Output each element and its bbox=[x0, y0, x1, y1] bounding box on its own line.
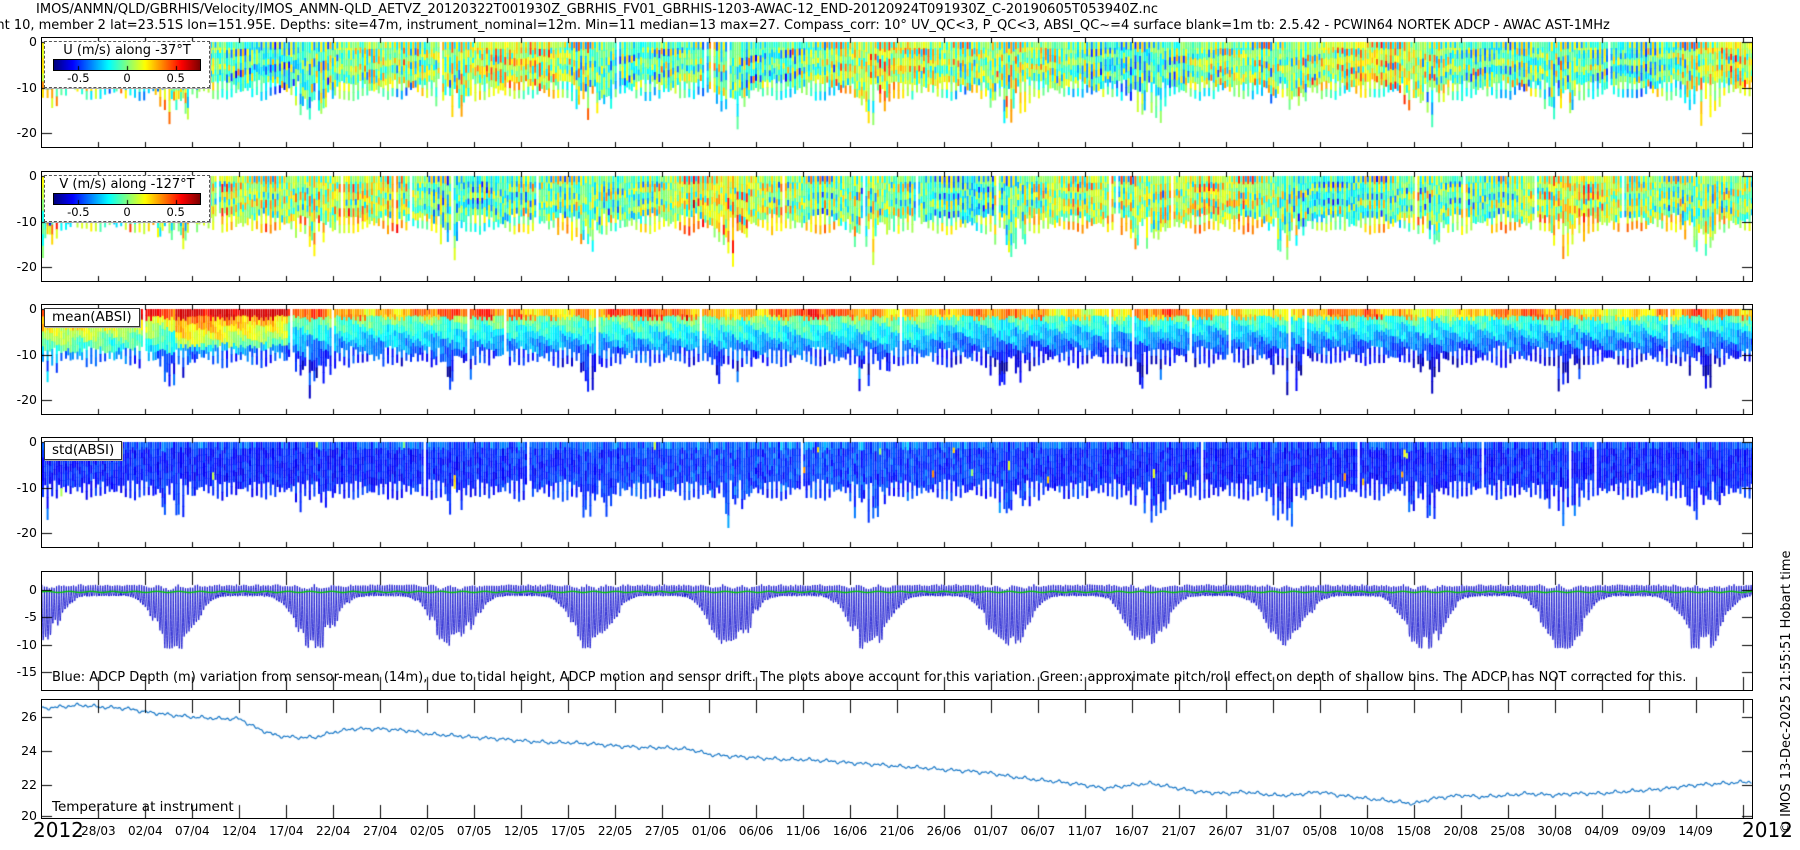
std-absi-heatmap bbox=[42, 438, 1752, 547]
x-date-label: 20/08 bbox=[1438, 824, 1484, 838]
u-colorbar-tick-labels: -0.5 0 0.5 bbox=[54, 71, 200, 85]
x-date-label: 17/05 bbox=[545, 824, 591, 838]
y-tick-label: -10 bbox=[7, 214, 37, 229]
x-date-label: 15/08 bbox=[1391, 824, 1437, 838]
y-tick-label: 0 bbox=[7, 34, 37, 49]
x-date-label: 06/07 bbox=[1015, 824, 1061, 838]
u-colorbar-legend: U (m/s) along -37°T -0.5 0 0.5 bbox=[44, 41, 210, 88]
y-tick-label: -10 bbox=[7, 480, 37, 495]
y-tick-label: 24 bbox=[7, 743, 37, 758]
x-date-label: 22/05 bbox=[592, 824, 638, 838]
x-date-label: 06/06 bbox=[733, 824, 779, 838]
x-date-label: 02/05 bbox=[404, 824, 450, 838]
y-tick-label: -20 bbox=[7, 259, 37, 274]
y-tick-label: -20 bbox=[7, 125, 37, 140]
x-date-label: 27/05 bbox=[639, 824, 685, 838]
x-date-label: 12/05 bbox=[498, 824, 544, 838]
y-tick-label: 0 bbox=[7, 582, 37, 597]
v-velocity-heatmap bbox=[42, 172, 1752, 281]
imos-copyright-watermark: © IMOS 13-Dec-2025 21:55:51 Hobart time bbox=[1779, 550, 1794, 834]
panel-mean-absi: mean(ABSI) bbox=[41, 304, 1753, 415]
panel-v-velocity: V (m/s) along -127°T -0.5 0 0.5 bbox=[41, 171, 1753, 282]
y-tick-label: 0 bbox=[7, 168, 37, 183]
y-tick-label: -10 bbox=[7, 637, 37, 652]
temperature-label: Temperature at instrument bbox=[52, 799, 234, 815]
x-date-label: 30/08 bbox=[1532, 824, 1578, 838]
x-date-label: 22/04 bbox=[310, 824, 356, 838]
x-date-label: 26/07 bbox=[1203, 824, 1249, 838]
panel-adcp-depth: Blue: ADCP Depth (m) variation from sens… bbox=[41, 571, 1753, 691]
x-date-label: 16/06 bbox=[827, 824, 873, 838]
u-colorbar bbox=[53, 59, 201, 71]
temperature-line-plot bbox=[42, 700, 1752, 818]
x-date-label: 14/09 bbox=[1673, 824, 1719, 838]
x-date-label: 01/07 bbox=[968, 824, 1014, 838]
x-date-label: 26/06 bbox=[921, 824, 967, 838]
x-date-label: 05/08 bbox=[1297, 824, 1343, 838]
x-date-label: 11/07 bbox=[1062, 824, 1108, 838]
x-date-label: 07/04 bbox=[169, 824, 215, 838]
x-date-label: 07/05 bbox=[451, 824, 497, 838]
panel-std-absi: std(ABSI) bbox=[41, 437, 1753, 548]
x-date-label: 10/08 bbox=[1344, 824, 1390, 838]
panel-temperature: Temperature at instrument bbox=[41, 699, 1753, 819]
colorbar-tick-label: 0.5 bbox=[167, 71, 185, 85]
colorbar-tick-label: 0.5 bbox=[167, 205, 185, 219]
x-date-label: 17/04 bbox=[263, 824, 309, 838]
x-date-label: 21/07 bbox=[1156, 824, 1202, 838]
y-tick-label: 26 bbox=[7, 709, 37, 724]
y-tick-label: 0 bbox=[7, 434, 37, 449]
y-tick-label: -10 bbox=[7, 80, 37, 95]
x-date-label: 12/04 bbox=[216, 824, 262, 838]
depth-caption: Blue: ADCP Depth (m) variation from sens… bbox=[52, 670, 1686, 685]
colorbar-tick-label: -0.5 bbox=[67, 205, 89, 219]
v-colorbar bbox=[53, 193, 201, 205]
y-tick-label: 22 bbox=[7, 777, 37, 792]
figure: IMOS/ANMN/QLD/GBRHIS/Velocity/IMOS_ANMN-… bbox=[0, 0, 1800, 850]
figure-title-filename: IMOS/ANMN/QLD/GBRHIS/Velocity/IMOS_ANMN-… bbox=[36, 2, 1158, 17]
mean-absi-label: mean(ABSI) bbox=[44, 308, 140, 327]
u-legend-title: U (m/s) along -37°T bbox=[53, 43, 201, 58]
y-tick-label: 0 bbox=[7, 301, 37, 316]
x-date-label: 09/09 bbox=[1626, 824, 1672, 838]
v-legend-title: V (m/s) along -127°T bbox=[53, 177, 201, 192]
y-tick-label: -10 bbox=[7, 347, 37, 362]
y-tick-label: -20 bbox=[7, 525, 37, 540]
y-tick-label: -15 bbox=[7, 664, 37, 679]
x-date-label: 25/08 bbox=[1485, 824, 1531, 838]
year-label-left: 2012 bbox=[33, 818, 84, 842]
x-date-label: 11/06 bbox=[780, 824, 826, 838]
x-date-label: 02/04 bbox=[122, 824, 168, 838]
x-date-label: 21/06 bbox=[874, 824, 920, 838]
x-date-label: 01/06 bbox=[686, 824, 732, 838]
y-tick-label: -20 bbox=[7, 392, 37, 407]
y-tick-label: -5 bbox=[7, 609, 37, 624]
std-absi-label: std(ABSI) bbox=[44, 441, 122, 460]
x-date-label: 04/09 bbox=[1579, 824, 1625, 838]
v-colorbar-tick-labels: -0.5 0 0.5 bbox=[54, 205, 200, 219]
v-colorbar-legend: V (m/s) along -127°T -0.5 0 0.5 bbox=[44, 175, 210, 222]
panel-u-velocity: U (m/s) along -37°T -0.5 0 0.5 bbox=[41, 37, 1753, 148]
colorbar-tick-label: 0 bbox=[123, 205, 130, 219]
colorbar-tick-label: -0.5 bbox=[67, 71, 89, 85]
mean-absi-heatmap bbox=[42, 305, 1752, 414]
x-date-label: 27/04 bbox=[357, 824, 403, 838]
colorbar-tick-label: 0 bbox=[123, 71, 130, 85]
figure-subtitle-deployment: Deployment 10, member 2 lat=23.51S lon=1… bbox=[0, 18, 1610, 33]
x-date-label: 31/07 bbox=[1250, 824, 1296, 838]
u-velocity-heatmap bbox=[42, 38, 1752, 147]
x-date-label: 16/07 bbox=[1109, 824, 1155, 838]
